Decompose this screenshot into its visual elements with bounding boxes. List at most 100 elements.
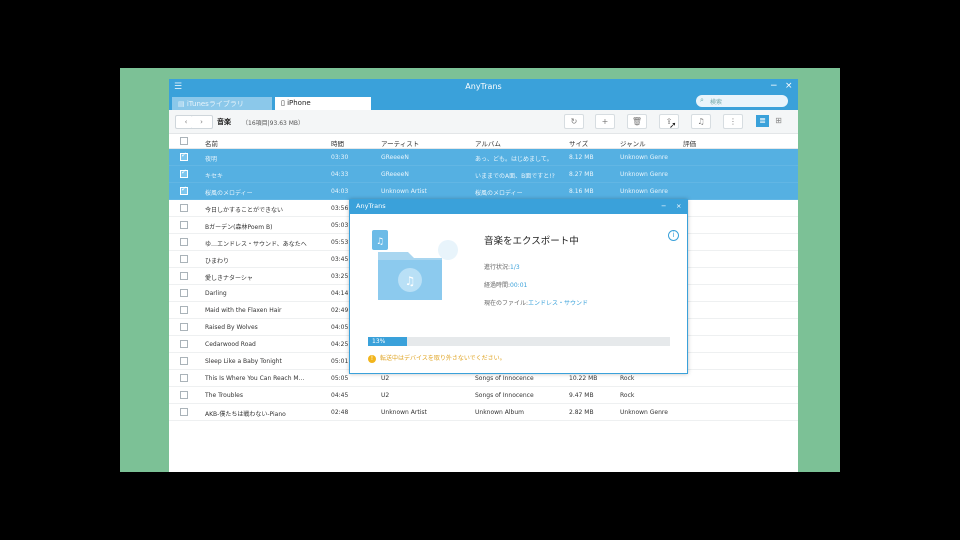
elapsed-time-label: 経過時間: (484, 282, 511, 289)
song-name: 夜明 (205, 156, 218, 163)
tab-bar: ▤ iTunesライブラリ ▯ iPhone ⌕ 検索 (169, 95, 798, 110)
header-genre[interactable]: ジャンル (620, 138, 646, 148)
select-all-checkbox[interactable] (180, 137, 188, 145)
grid-view-button[interactable]: ⊞ (772, 115, 785, 127)
svg-text:♫: ♫ (405, 274, 416, 288)
search-input[interactable]: ⌕ 検索 (696, 95, 788, 107)
minimize-button[interactable]: − (770, 81, 778, 91)
progress-count-value: 1/3 (510, 264, 520, 271)
library-icon: ▤ (178, 100, 187, 108)
row-checkbox[interactable] (180, 272, 188, 280)
song-time: 05:05 (331, 375, 349, 382)
tab-label: iPhone (287, 99, 311, 107)
row-checkbox[interactable] (180, 374, 188, 382)
list-view-button[interactable]: ≣ (756, 115, 769, 127)
dialog-minimize-button[interactable]: − (661, 202, 666, 210)
table-row[interactable]: 夜明 03:30 GReeeeN あっ、ども。はじめまして。 8.12 MB Unknow… (169, 149, 798, 166)
back-icon: ‹ (184, 118, 188, 126)
row-checkbox[interactable] (180, 340, 188, 348)
warning-text: 転送中はデバイスを取り外さないでください。 (380, 355, 506, 362)
mouse-cursor-icon: ➚ (669, 121, 677, 131)
row-checkbox[interactable] (180, 221, 188, 229)
song-artist: GReeeeN (381, 171, 409, 178)
export-to-itunes-icon: ♫ (697, 117, 705, 126)
more-icon: ⋮ (729, 117, 737, 126)
current-file-value: エンドレス・サウンド (528, 300, 589, 307)
row-checkbox[interactable] (180, 238, 188, 246)
delete-button[interactable]: 🗑 (627, 114, 647, 129)
current-file-label: 現在のファイル: (484, 300, 529, 307)
table-row[interactable]: 桜風のメロディー 04:03 Unknown Artist 桜風のメロディー 8.16 … (169, 183, 798, 200)
song-size: 2.82 MB (569, 409, 594, 416)
progress-percent: 13% (372, 338, 386, 345)
export-to-itunes-button[interactable]: ♫ (691, 114, 711, 129)
header-artist[interactable]: アーティスト (381, 138, 419, 148)
export-progress-bar: 13% (368, 337, 670, 346)
row-checkbox[interactable] (180, 323, 188, 331)
window-title: AnyTrans (465, 82, 502, 91)
dialog-close-button[interactable]: × (676, 202, 681, 210)
row-checkbox[interactable] (180, 185, 188, 195)
table-row[interactable]: キセキ 04:33 GReeeeN いままでのA面、B面ですと!? 8.27 MB Unk… (169, 166, 798, 183)
song-name: Darling (205, 290, 227, 297)
row-checkbox[interactable] (180, 289, 188, 297)
add-icon: + (601, 117, 609, 126)
progress-count-label: 進行状況: (484, 264, 511, 271)
row-checkbox[interactable] (180, 357, 188, 365)
more-button[interactable]: ⋮ (723, 114, 743, 129)
row-checkbox[interactable] (180, 168, 188, 178)
info-icon[interactable]: i (668, 230, 679, 241)
letterbox-right (840, 0, 960, 540)
header-name[interactable]: 名前 (205, 138, 218, 148)
song-album: いままでのA面、B面ですと!? (475, 173, 555, 180)
row-checkbox[interactable] (180, 255, 188, 263)
song-album: Songs of Innocence (475, 375, 534, 382)
warning-message: ! 転送中はデバイスを取り外さないでください。 (368, 353, 506, 363)
dialog-title: AnyTrans (356, 202, 386, 210)
song-album: あっ、ども。はじめまして。 (475, 156, 553, 163)
song-name: The Troubles (205, 392, 243, 399)
song-name: ひまわり (205, 258, 230, 265)
song-time: 04:03 (331, 188, 349, 195)
song-name: ゆ…エンドレス・サウンド、あなたへ (205, 241, 307, 248)
grid-view-icon: ⊞ (775, 116, 782, 125)
song-name: AKB-僕たちは戦わない-Piano (205, 411, 286, 418)
row-checkbox[interactable] (180, 306, 188, 314)
refresh-button[interactable]: ↻ (564, 114, 584, 129)
song-name: キセキ (205, 173, 224, 180)
song-name: 愛しきナターシャ (205, 275, 253, 282)
song-artist: GReeeeN (381, 154, 409, 161)
table-row[interactable]: The Troubles 04:45 U2 Songs of Innocence 9.4… (169, 387, 798, 404)
row-checkbox[interactable] (180, 391, 188, 399)
song-name: Bガーデン(森林Poem B) (205, 224, 273, 231)
song-name: Maid with the Flaxen Hair (205, 307, 282, 314)
music-folder-icon: ♫ ♫ (372, 230, 458, 300)
table-row[interactable]: AKB-僕たちは戦わない-Piano 02:48 Unknown Artist Unk… (169, 404, 798, 421)
refresh-icon: ↻ (570, 117, 578, 126)
row-checkbox[interactable] (180, 204, 188, 212)
song-size: 10.22 MB (569, 375, 598, 382)
song-album: Unknown Album (475, 409, 524, 416)
svg-text:♫: ♫ (376, 237, 384, 247)
progress-count: 進行状況:1/3 (484, 262, 520, 271)
header-time[interactable]: 時間 (331, 138, 344, 148)
row-checkbox[interactable] (180, 151, 188, 161)
close-button[interactable]: × (785, 81, 793, 91)
search-icon: ⌕ (700, 96, 704, 104)
add-button[interactable]: + (595, 114, 615, 129)
header-size[interactable]: サイズ (569, 138, 588, 148)
category-title: 音楽 (217, 118, 231, 126)
song-name: Raised By Wolves (205, 324, 258, 331)
toolbar: ‹ › 音楽 （16項目|93.63 MB） ↻ + 🗑 ⇪ ♫ ⋮ ≣ ⊞ (169, 110, 798, 134)
header-rating[interactable]: 評価 (683, 138, 696, 148)
forward-button[interactable]: › (191, 115, 213, 129)
current-file: 現在のファイル:エンドレス・サウンド (484, 298, 588, 307)
forward-icon: › (200, 118, 203, 126)
tab-iphone[interactable]: ▯ iPhone (275, 97, 371, 110)
elapsed-time-value: 00:01 (510, 282, 528, 289)
song-artist: Unknown Artist (381, 188, 427, 195)
row-checkbox[interactable] (180, 408, 188, 416)
header-album[interactable]: アルバム (475, 138, 501, 148)
elapsed-time: 経過時間:00:01 (484, 280, 527, 289)
tab-itunes-library[interactable]: ▤ iTunesライブラリ (172, 97, 272, 110)
